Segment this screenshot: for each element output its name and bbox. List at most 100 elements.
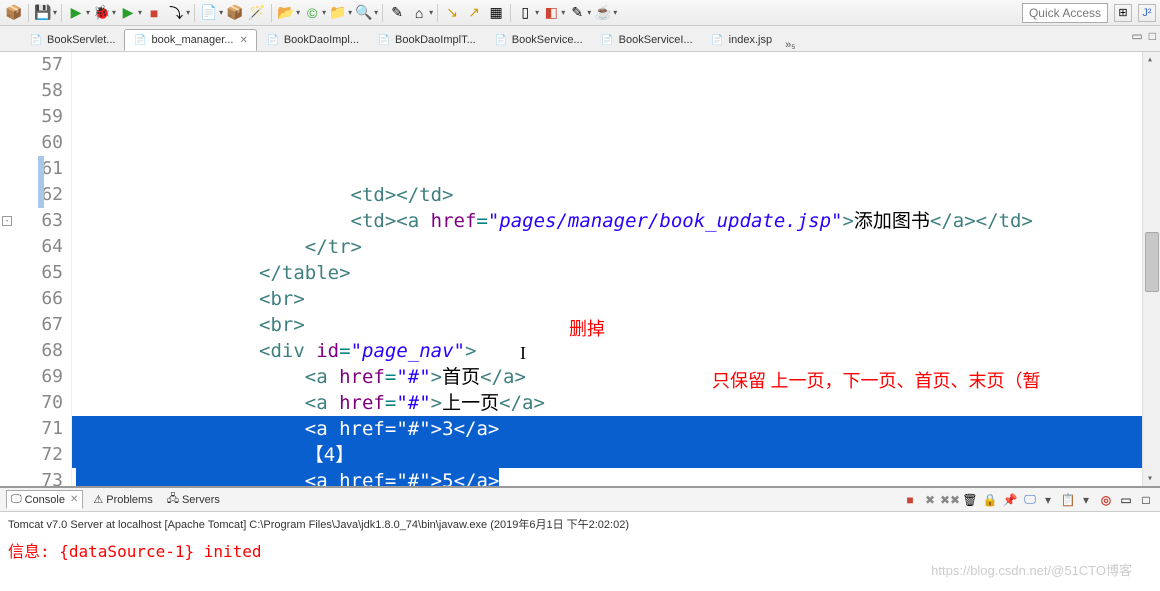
- step2-icon[interactable]: ↗: [464, 3, 484, 23]
- tab-bookservicei[interactable]: 📄BookServiceI...: [592, 29, 702, 51]
- pencil-icon[interactable]: ✎: [567, 3, 587, 23]
- quick-access-input[interactable]: Quick Access: [1022, 3, 1108, 23]
- package-icon[interactable]: 📦: [225, 3, 245, 23]
- problems-tab[interactable]: ⚠Problems: [89, 491, 156, 508]
- line-number: 68: [0, 338, 63, 364]
- line-number: 62: [0, 182, 63, 208]
- line-number-gutter: 57585960616263-64656667686970717273: [0, 52, 72, 486]
- close-icon[interactable]: ✕: [70, 494, 78, 505]
- min-icon[interactable]: ▭: [1118, 492, 1134, 508]
- code-line[interactable]: 【4】: [72, 442, 1160, 468]
- java-file-icon: 📄: [377, 33, 391, 47]
- target-icon[interactable]: ◎: [1098, 492, 1114, 508]
- line-number: 73: [0, 468, 63, 486]
- maximize-icon[interactable]: □: [1149, 29, 1156, 43]
- code-line[interactable]: <br>: [72, 312, 1160, 338]
- code-line[interactable]: </table>: [72, 260, 1160, 286]
- servers-tab[interactable]: 🖧Servers: [163, 488, 224, 511]
- vertical-scrollbar[interactable]: ▴ ▾: [1142, 52, 1160, 486]
- line-number: 67: [0, 312, 63, 338]
- clear-icon[interactable]: 🗑: [962, 492, 978, 508]
- line-number: 58: [0, 78, 63, 104]
- line-number: 66: [0, 286, 63, 312]
- open-console-icon[interactable]: 📋: [1060, 492, 1076, 508]
- line-number: 64: [0, 234, 63, 260]
- remove-launch-icon[interactable]: ✖: [922, 492, 938, 508]
- console-icon: 🖵: [11, 493, 22, 506]
- save-icon[interactable]: 💾: [33, 3, 53, 23]
- java-file-icon: 📄: [494, 33, 508, 47]
- code-line[interactable]: </tr>: [72, 234, 1160, 260]
- line-number: 60: [0, 130, 63, 156]
- open-type-icon[interactable]: 📂: [276, 3, 296, 23]
- java-file-icon: 📄: [266, 33, 280, 47]
- line-number: 72: [0, 442, 63, 468]
- scroll-up-icon[interactable]: ▴: [1147, 54, 1153, 65]
- scroll-lock-icon[interactable]: 🔒: [982, 492, 998, 508]
- red-icon[interactable]: ◧: [541, 3, 561, 23]
- debug-icon[interactable]: 🐞: [92, 3, 112, 23]
- coffee-icon[interactable]: ☕: [593, 3, 613, 23]
- step-icon[interactable]: ↘: [442, 3, 462, 23]
- max-icon[interactable]: □: [1138, 492, 1154, 508]
- line-number: 70: [0, 390, 63, 416]
- terminate-icon[interactable]: ■: [902, 492, 918, 508]
- tab-bookservice[interactable]: 📄BookService...: [485, 29, 592, 51]
- scrollbar-thumb[interactable]: [1145, 232, 1159, 292]
- run-server-icon[interactable]: ▶: [118, 3, 138, 23]
- console-toolbar: ■ ✖ ✖✖ 🗑 🔒 📌 🖵▾ 📋▾ ◎ ▭ □: [902, 492, 1154, 508]
- console-tab[interactable]: 🖵Console✕: [6, 490, 83, 509]
- packages-icon[interactable]: 📦: [4, 3, 24, 23]
- main-toolbar: 📦 💾▾ ▶▾ 🐞▾ ▶▾ ■ ⤵▾ 📄▾ 📦 🪄 📂▾ ©▾ 📁▾ 🔍▾ ✎ …: [0, 0, 1160, 26]
- perspective-button[interactable]: ⊞: [1114, 4, 1132, 22]
- run-icon[interactable]: ▶: [66, 3, 86, 23]
- display-icon[interactable]: 🖵: [1022, 492, 1038, 508]
- tab-bookdaoimpl[interactable]: 📄BookDaoImpl...: [257, 29, 368, 51]
- jsp-file-icon: 📄: [711, 33, 725, 47]
- new-folder-icon[interactable]: 📁: [328, 3, 348, 23]
- new-project-icon[interactable]: 📄: [199, 3, 219, 23]
- line-number: 59: [0, 104, 63, 130]
- wand-icon[interactable]: 🪄: [247, 3, 267, 23]
- grid-icon[interactable]: ▦: [486, 3, 506, 23]
- tab-bookdaoimplt[interactable]: 📄BookDaoImplT...: [368, 29, 485, 51]
- task-icon[interactable]: ✎: [387, 3, 407, 23]
- minimize-icon[interactable]: ▭: [1131, 29, 1142, 43]
- problems-icon: ⚠: [93, 493, 103, 506]
- scroll-down-icon[interactable]: ▾: [1147, 473, 1153, 484]
- jsp-file-icon: 📄: [133, 33, 147, 47]
- servers-icon: 🖧: [167, 490, 179, 509]
- code-line[interactable]: <br>: [72, 286, 1160, 312]
- jsp-file-icon: 📄: [29, 33, 43, 47]
- close-icon[interactable]: ✕: [239, 35, 247, 46]
- annotation-delete: 删掉: [569, 316, 605, 342]
- code-line[interactable]: <td></td>: [72, 182, 1160, 208]
- tabs-overflow[interactable]: »₅: [785, 39, 796, 51]
- code-editor[interactable]: 57585960616263-64656667686970717273 删掉 只…: [0, 52, 1160, 486]
- code-line[interactable]: <a href="#">3</a>: [72, 416, 1160, 442]
- shell-icon[interactable]: ⌂: [409, 3, 429, 23]
- line-number: 65: [0, 260, 63, 286]
- code-line[interactable]: <td><a href="pages/manager/book_update.j…: [72, 208, 1160, 234]
- tab-book-manager[interactable]: 📄book_manager...✕: [124, 29, 256, 51]
- remove-all-icon[interactable]: ✖✖: [942, 492, 958, 508]
- stop-icon[interactable]: ■: [144, 3, 164, 23]
- skip-icon[interactable]: ⤵: [166, 3, 186, 23]
- line-number: 57: [0, 52, 63, 78]
- line-number: 71: [0, 416, 63, 442]
- pin-icon[interactable]: 📌: [1002, 492, 1018, 508]
- java-ee-perspective-icon[interactable]: J²: [1138, 4, 1156, 22]
- search-icon[interactable]: 🔍: [354, 3, 374, 23]
- code-line[interactable]: <div id="page_nav">: [72, 338, 1160, 364]
- line-number: 69: [0, 364, 63, 390]
- console-status: Tomcat v7.0 Server at localhost [Apache …: [0, 512, 1160, 536]
- tab-bookservlet[interactable]: 📄BookServlet...: [20, 29, 124, 51]
- code-line[interactable]: <a href="#">5</a>: [72, 468, 1160, 486]
- bar-icon[interactable]: ▯: [515, 3, 535, 23]
- console-panel: 🖵Console✕ ⚠Problems 🖧Servers ■ ✖ ✖✖ 🗑 🔒 …: [0, 486, 1160, 564]
- java-file-icon: 📄: [601, 33, 615, 47]
- tab-indexjsp[interactable]: 📄index.jsp: [702, 29, 781, 51]
- editor-tabs: 📄BookServlet... 📄book_manager...✕ 📄BookD…: [0, 26, 1160, 52]
- new-class-icon[interactable]: ©: [302, 3, 322, 23]
- code-area[interactable]: 删掉 只保留 上一页，下一页、首页、末页（暂 I <td></td> <td><…: [72, 52, 1160, 486]
